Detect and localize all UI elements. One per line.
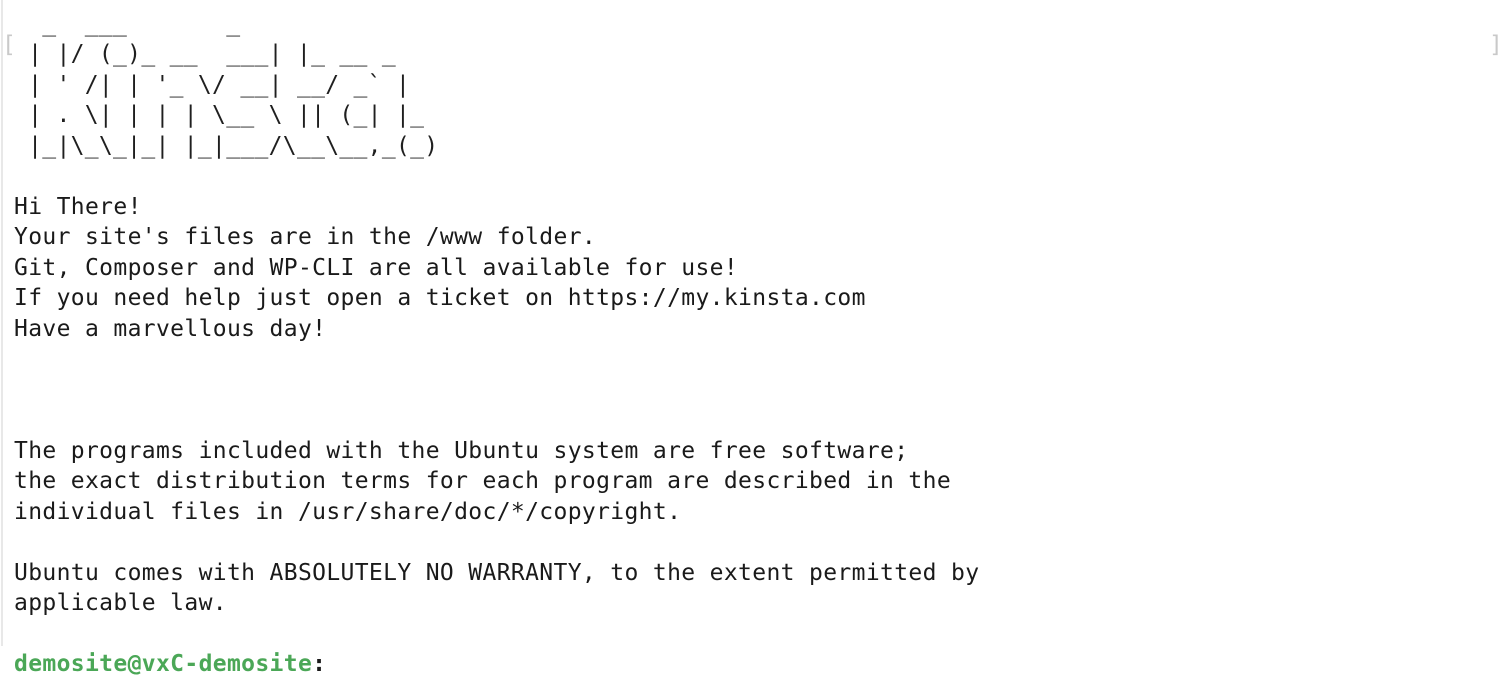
ascii-art-line-2: | |/ (_)_ __ ___| |_ __ _ (14, 41, 396, 68)
ascii-art-line-3: | ' /| | '_ \/ __| __/ _` | (14, 71, 411, 98)
prompt-user-host: demosite@vxC-demosite (14, 651, 313, 678)
prompt-separator: : (312, 651, 327, 678)
greeting-line-2: Your site's files are in the /www folder… (14, 224, 597, 251)
legal-line-3: individual files in /usr/share/doc/*/cop… (14, 498, 682, 525)
spacer-line (14, 375, 1494, 406)
left-bracket-decoration: [ (2, 32, 16, 58)
terminal-window[interactable]: [ ] _ ___ _ | |/ (_)_ __ ___| |_ __ _ | … (0, 0, 1500, 677)
warranty-line-2: applicable law. (14, 590, 227, 617)
terminal-screen[interactable]: _ ___ _ | |/ (_)_ __ ___| |_ __ _ | ' /|… (14, 9, 1494, 680)
greeting-line-1: Hi There! (14, 193, 142, 220)
legal-line-2: the exact distribution terms for each pr… (14, 468, 952, 495)
greeting-line-3: Git, Composer and WP-CLI are all availab… (14, 254, 739, 281)
ascii-art-line-4: | . \| | | | \__ \ || (_| |_ (14, 102, 425, 129)
greeting-line-4: If you need help just open a ticket on h… (14, 285, 866, 312)
ascii-art-line-1: _ ___ _ (14, 11, 241, 37)
ascii-art-line-5: |_|\_\_|_| |_|___/\__\__,_(_) (14, 132, 439, 159)
spacer-line (14, 161, 1494, 192)
greeting-line-5: Have a marvellous day! (14, 315, 327, 342)
right-bracket-decoration: ] (1489, 30, 1500, 61)
spacer-line (14, 344, 1494, 375)
spacer-line (14, 405, 1494, 436)
spacer-line (14, 527, 1494, 558)
shell-prompt[interactable]: demosite@vxC-demosite: (14, 649, 1494, 680)
window-left-edge-rule (1, 0, 3, 646)
legal-line-1: The programs included with the Ubuntu sy… (14, 437, 909, 464)
spacer-line (14, 619, 1494, 650)
warranty-line-1: Ubuntu comes with ABSOLUTELY NO WARRANTY… (14, 559, 980, 586)
